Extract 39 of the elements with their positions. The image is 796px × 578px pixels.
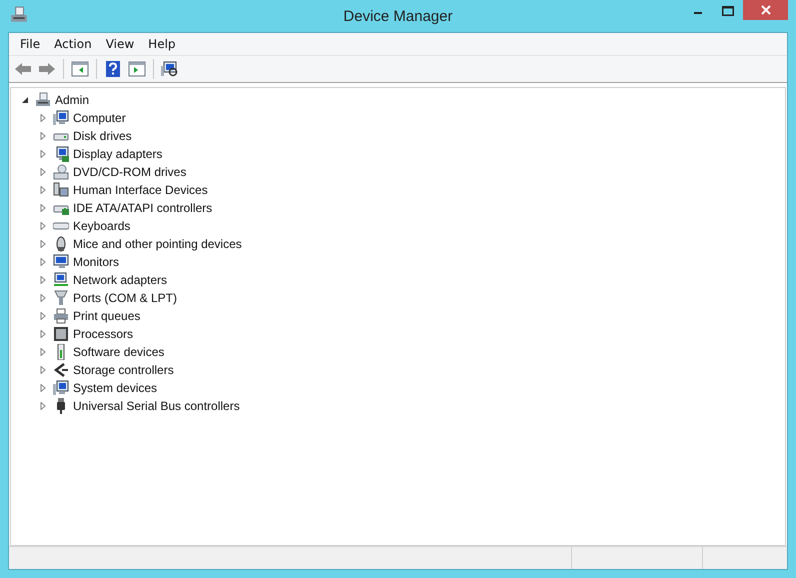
tree-item[interactable]: DVD/CD-ROM drives bbox=[73, 165, 186, 179]
tree-item[interactable]: Computer bbox=[73, 111, 126, 125]
port-connector-icon bbox=[53, 290, 69, 306]
tree-item[interactable]: Display adapters bbox=[73, 147, 162, 161]
computer-icon bbox=[53, 110, 69, 126]
menu-item[interactable]: Help bbox=[141, 37, 183, 51]
tree-item[interactable]: Disk drives bbox=[73, 129, 132, 143]
optical-drive-icon bbox=[53, 164, 69, 180]
processor-icon bbox=[53, 326, 69, 342]
tree-item[interactable]: Ports (COM & LPT) bbox=[73, 291, 178, 305]
window-title: Device Manager bbox=[343, 8, 453, 24]
menu-item[interactable]: File bbox=[13, 37, 48, 51]
tree-item[interactable]: Admin bbox=[55, 93, 90, 107]
tree-item[interactable]: Network adapters bbox=[73, 273, 168, 287]
show-pane-icon[interactable] bbox=[126, 60, 148, 78]
host-computer-icon bbox=[35, 92, 51, 108]
system-device-icon bbox=[53, 380, 69, 396]
tree-item[interactable]: Storage controllers bbox=[73, 363, 174, 377]
tree-item[interactable]: Software devices bbox=[73, 345, 164, 359]
tree-item[interactable]: System devices bbox=[73, 381, 158, 395]
printer-icon bbox=[53, 308, 69, 324]
close-button[interactable] bbox=[743, 0, 788, 20]
tree-item[interactable]: Processors bbox=[73, 327, 134, 341]
tree-item[interactable]: Mice and other pointing devices bbox=[73, 237, 242, 251]
monitor-icon bbox=[53, 254, 69, 270]
menu-item[interactable]: Action bbox=[47, 37, 99, 51]
tree-item[interactable]: Monitors bbox=[73, 255, 120, 269]
tree-item[interactable]: Universal Serial Bus controllers bbox=[73, 399, 240, 413]
tree-item[interactable]: Print queues bbox=[73, 309, 140, 323]
menu-item[interactable]: View bbox=[98, 37, 142, 51]
tree-item[interactable]: Human Interface Devices bbox=[73, 183, 208, 197]
network-adapter-icon bbox=[53, 272, 69, 288]
host-computer-icon bbox=[10, 6, 28, 24]
close-icon bbox=[760, 5, 770, 15]
maximize-icon bbox=[722, 6, 734, 16]
hide-pane-icon[interactable] bbox=[69, 60, 91, 78]
tree-item[interactable]: IDE ATA/ATAPI controllers bbox=[73, 201, 212, 215]
storage-controller-icon bbox=[53, 362, 69, 378]
tree-item[interactable]: Keyboards bbox=[73, 219, 130, 233]
